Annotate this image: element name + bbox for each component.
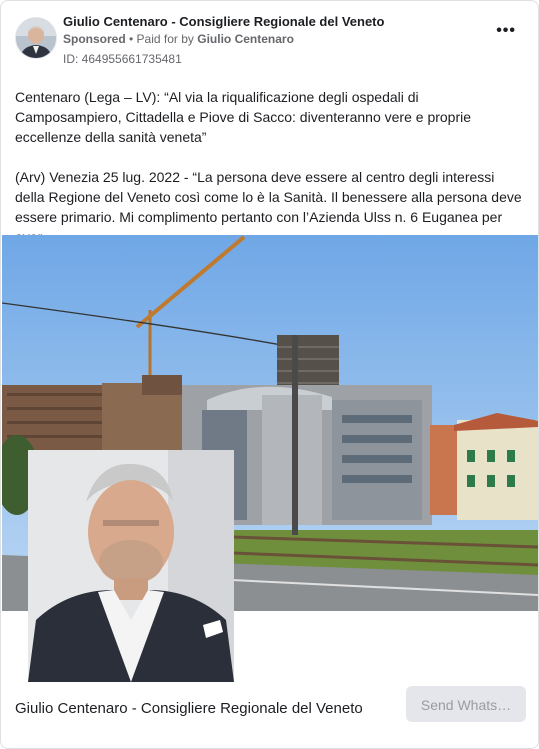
avatar-image: [16, 18, 56, 58]
paid-for-by-name[interactable]: Giulio Centenaro: [197, 32, 294, 46]
post-text-paragraph: Centenaro (Lega – LV): “Al via la riqual…: [15, 89, 472, 145]
portrait-image: [28, 450, 234, 682]
page-avatar[interactable]: [15, 17, 57, 59]
sponsored-line: Sponsored • Paid for by Giulio Centenaro: [63, 32, 294, 46]
post-text: Centenaro (Lega – LV): “Al via la riqual…: [15, 87, 527, 247]
separator: •: [125, 32, 137, 46]
more-options-icon[interactable]: •••: [496, 23, 516, 39]
candidate-portrait: [28, 450, 234, 682]
footer-page-name[interactable]: Giulio Centenaro - Consigliere Regionale…: [15, 700, 363, 717]
post-header: Giulio Centenaro - Consigliere Regionale…: [13, 14, 526, 70]
ad-footer: Giulio Centenaro - Consigliere Regionale…: [1, 683, 538, 733]
page-name[interactable]: Giulio Centenaro - Consigliere Regionale…: [63, 14, 384, 29]
sponsored-post-card: Giulio Centenaro - Consigliere Regionale…: [0, 0, 539, 749]
sponsored-label: Sponsored: [63, 32, 126, 46]
send-whatsapp-button[interactable]: Send Whats…: [406, 686, 526, 722]
ad-id: ID: 464955661735481: [63, 52, 182, 66]
paid-for-prefix: Paid for by: [136, 32, 198, 46]
